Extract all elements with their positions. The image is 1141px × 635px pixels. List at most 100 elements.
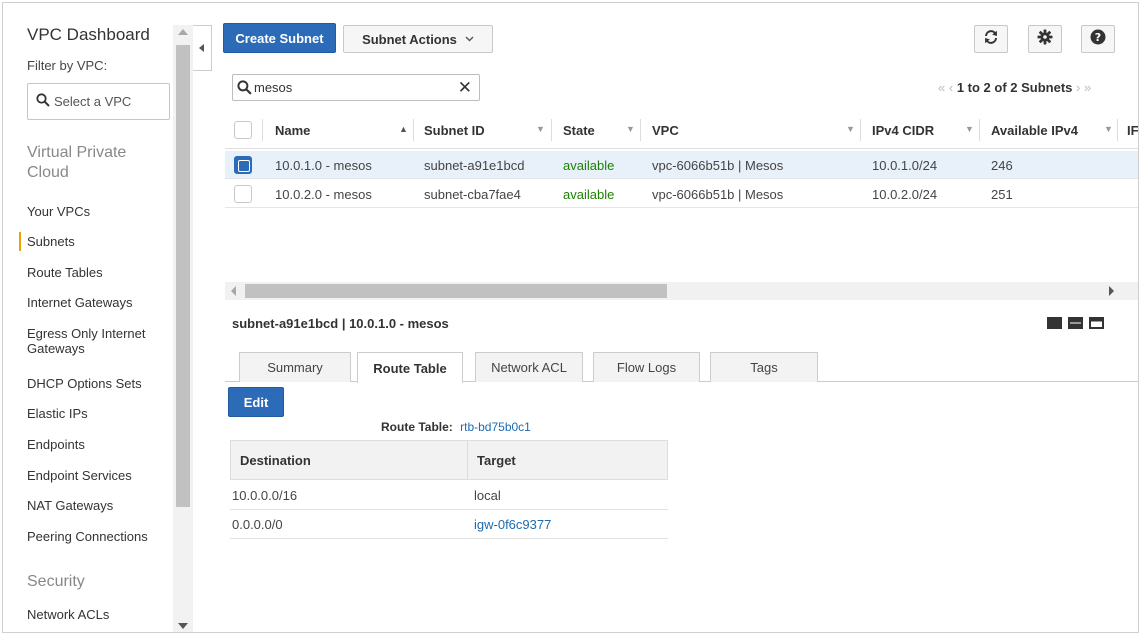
sidebar-item-endpoint-services[interactable]: Endpoint Services <box>27 468 132 483</box>
refresh-button[interactable] <box>974 25 1008 53</box>
column-separator <box>262 119 263 141</box>
sort-caret-icon[interactable]: ▼ <box>626 124 635 134</box>
column-header-target: Target <box>477 453 516 468</box>
route-row: 0.0.0.0/0 igw-0f6c9377 <box>230 510 668 539</box>
help-icon: ? <box>1090 29 1106 49</box>
route-target-link[interactable]: igw-0f6c9377 <box>474 517 551 532</box>
cell-name: 10.0.2.0 - mesos <box>275 187 372 202</box>
edit-button[interactable]: Edit <box>228 387 284 417</box>
sidebar-item-peering-connections[interactable]: Peering Connections <box>27 529 148 544</box>
svg-text:?: ? <box>1095 31 1101 44</box>
tab-tags[interactable]: Tags <box>710 352 818 382</box>
column-separator <box>979 119 980 141</box>
section-security: Security <box>27 573 85 590</box>
vpc-filter-placeholder: Select a VPC <box>54 94 132 109</box>
section-virtual-private-cloud: Virtual Private Cloud <box>27 144 127 181</box>
cell-state: available <box>563 158 615 173</box>
sidebar-scroll-thumb[interactable] <box>176 45 190 507</box>
tab-summary[interactable]: Summary <box>239 352 351 382</box>
sidebar-item-egress-only-internet-gateways[interactable]: Egress Only Internet Gateways <box>27 326 167 356</box>
tab-flow-logs[interactable]: Flow Logs <box>593 352 700 382</box>
settings-button[interactable] <box>1028 25 1062 53</box>
collapse-sidebar-button[interactable] <box>193 25 212 71</box>
column-header-subnet-id[interactable]: Subnet ID <box>424 123 485 138</box>
pane-layout-controls <box>1047 317 1104 329</box>
select-all-checkbox[interactable] <box>234 121 252 139</box>
clear-search-icon[interactable]: ✕ <box>458 78 472 98</box>
cell-available-ipv4: 251 <box>991 187 1013 202</box>
column-separator <box>413 119 414 141</box>
chevron-down-icon <box>465 36 474 42</box>
sort-caret-icon[interactable]: ▼ <box>1104 124 1113 134</box>
sidebar-item-your-vpcs[interactable]: Your VPCs <box>27 204 90 219</box>
subnet-actions-label: Subnet Actions <box>362 31 457 47</box>
tab-route-table[interactable]: Route Table <box>357 352 463 383</box>
column-separator <box>860 119 861 141</box>
vpc-filter-select[interactable]: Select a VPC <box>27 83 170 120</box>
last-page-icon[interactable]: » <box>1084 80 1091 95</box>
column-separator <box>1117 119 1118 141</box>
route-table-link[interactable]: rtb-bd75b0c1 <box>460 420 531 434</box>
column-header-vpc[interactable]: VPC <box>652 123 679 138</box>
detail-pane-title: subnet-a91e1bcd | 10.0.1.0 - mesos <box>232 316 449 331</box>
sidebar-item-route-tables[interactable]: Route Tables <box>27 265 103 280</box>
column-header-available-ipv4[interactable]: Available IPv4 <box>991 123 1103 138</box>
subnet-search-input[interactable]: mesos ✕ <box>232 74 480 101</box>
route-table-caption: Route Table: <box>381 420 453 434</box>
pagination-status: 1 to 2 of 2 Subnets <box>956 80 1073 95</box>
column-header-name[interactable]: Name <box>275 123 310 138</box>
layout-split-icon[interactable] <box>1068 317 1083 329</box>
table-horizontal-scrollbar[interactable] <box>225 282 1138 300</box>
column-separator <box>551 119 552 141</box>
column-header-destination: Destination <box>240 453 311 468</box>
scroll-left-icon[interactable] <box>231 286 236 296</box>
sidebar-item-subnets[interactable]: Subnets <box>19 232 75 251</box>
tab-network-acl[interactable]: Network ACL <box>475 352 583 382</box>
subnet-actions-button[interactable]: Subnet Actions <box>343 25 493 53</box>
sidebar-item-endpoints[interactable]: Endpoints <box>27 437 85 452</box>
app-window: VPC Dashboard Filter by VPC: Select a VP… <box>2 2 1139 633</box>
table-scroll-thumb[interactable] <box>245 284 667 298</box>
sidebar-item-elastic-ips[interactable]: Elastic IPs <box>27 406 88 421</box>
sidebar-title[interactable]: VPC Dashboard <box>27 25 150 45</box>
cell-subnet-id: subnet-a91e1bcd <box>424 158 525 173</box>
row-checkbox[interactable] <box>234 156 252 174</box>
next-page-icon[interactable]: › <box>1076 80 1080 95</box>
sidebar-item-nat-gateways[interactable]: NAT Gateways <box>27 498 113 513</box>
row-checkbox[interactable] <box>234 185 252 203</box>
table-row[interactable]: 10.0.1.0 - mesos subnet-a91e1bcd availab… <box>225 151 1138 179</box>
sidebar-item-network-acls[interactable]: Network ACLs <box>27 607 109 622</box>
sidebar-scrollbar[interactable] <box>173 25 193 632</box>
route-destination: 0.0.0.0/0 <box>232 517 283 532</box>
sort-caret-icon[interactable]: ▼ <box>536 124 545 134</box>
layout-minimize-icon[interactable] <box>1089 317 1104 329</box>
table-row[interactable]: 10.0.2.0 - mesos subnet-cba7fae4 availab… <box>225 180 1138 208</box>
search-icon <box>36 93 50 110</box>
sort-caret-icon[interactable]: ▼ <box>846 124 855 134</box>
route-row: 10.0.0.0/16 local <box>230 481 668 510</box>
refresh-icon <box>983 29 999 49</box>
scroll-right-icon[interactable] <box>1109 286 1114 296</box>
column-header-overflow[interactable]: IF <box>1127 123 1138 138</box>
cell-name: 10.0.1.0 - mesos <box>275 158 372 173</box>
sort-caret-icon[interactable]: ▼ <box>965 124 974 134</box>
first-page-icon[interactable]: « <box>938 80 945 95</box>
sort-asc-icon[interactable]: ▲ <box>399 124 408 134</box>
scroll-down-icon[interactable] <box>178 623 188 629</box>
routes-table-header: Destination Target <box>230 440 668 480</box>
help-button[interactable]: ? <box>1081 25 1115 53</box>
pagination: « ‹ 1 to 2 of 2 Subnets › » <box>938 80 1091 95</box>
sidebar-item-internet-gateways[interactable]: Internet Gateways <box>27 295 133 310</box>
route-target: local <box>474 488 501 503</box>
cell-vpc: vpc-6066b51b | Mesos <box>652 158 784 173</box>
column-header-ipv4-cidr[interactable]: IPv4 CIDR <box>872 123 934 138</box>
layout-full-icon[interactable] <box>1047 317 1062 329</box>
scroll-up-icon[interactable] <box>178 29 188 35</box>
route-destination: 10.0.0.0/16 <box>232 488 298 503</box>
sidebar-item-dhcp-options-sets[interactable]: DHCP Options Sets <box>27 376 142 391</box>
prev-page-icon[interactable]: ‹ <box>949 80 953 95</box>
create-subnet-button[interactable]: Create Subnet <box>223 23 336 53</box>
cell-ipv4-cidr: 10.0.2.0/24 <box>872 187 938 202</box>
column-header-state[interactable]: State <box>563 123 595 138</box>
search-icon <box>237 80 252 95</box>
